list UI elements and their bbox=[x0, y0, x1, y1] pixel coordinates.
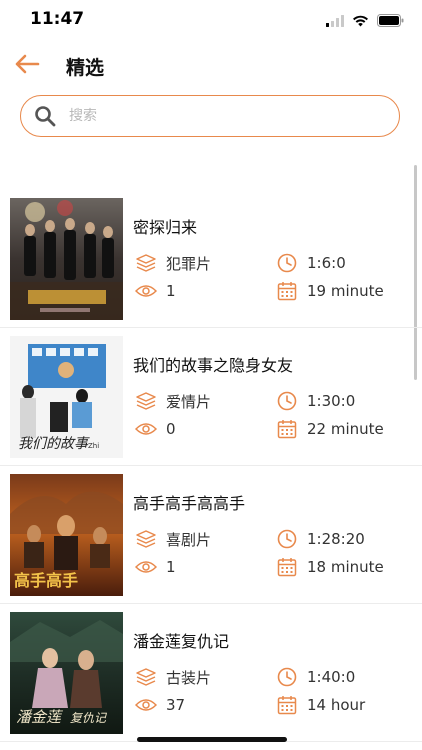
status-bar: 11:47 bbox=[0, 0, 422, 40]
movie-length: 14 hour bbox=[276, 694, 365, 716]
genre-label: 喜剧片 bbox=[166, 530, 212, 549]
movie-poster: 我们的故事 Zhi bbox=[10, 336, 123, 458]
app-screen: 11:47 精选 搜索 密探归来 犯罪片 1:6:0 1 19 minute 我… bbox=[0, 0, 422, 750]
movie-length: 18 minute bbox=[276, 556, 384, 578]
home-indicator[interactable] bbox=[137, 737, 287, 742]
search-box[interactable] bbox=[20, 95, 400, 137]
movie-views: 37 bbox=[135, 694, 185, 716]
eye-icon bbox=[135, 694, 157, 716]
layers-icon bbox=[135, 390, 157, 412]
movie-item[interactable]: 潘金莲 复仇记 潘金莲复仇记 古装片 1:40:0 37 14 hour bbox=[0, 604, 422, 742]
length-label: 22 minute bbox=[307, 420, 384, 438]
views-label: 1 bbox=[166, 558, 176, 576]
page-title: 精选 bbox=[66, 57, 105, 79]
movie-genre: 喜剧片 bbox=[135, 528, 211, 550]
duration-label: 1:6:0 bbox=[307, 254, 346, 272]
movie-views: 1 bbox=[135, 556, 176, 578]
svg-text:潘金莲: 潘金莲 bbox=[16, 708, 64, 726]
movie-title: 我们的故事之隐身女友 bbox=[133, 356, 294, 375]
signal-icon bbox=[326, 12, 344, 31]
movie-length: 22 minute bbox=[276, 418, 384, 440]
calendar-icon bbox=[276, 280, 298, 302]
status-time: 11:47 bbox=[30, 9, 85, 29]
calendar-icon bbox=[276, 418, 298, 440]
svg-text:高手高手: 高手高手 bbox=[14, 571, 78, 590]
battery-icon bbox=[377, 12, 404, 31]
clock-icon bbox=[276, 666, 298, 688]
clock-icon bbox=[276, 390, 298, 412]
movie-duration: 1:30:0 bbox=[276, 390, 355, 412]
svg-text:Zhi: Zhi bbox=[88, 442, 99, 450]
calendar-icon bbox=[276, 556, 298, 578]
movie-title: 高手高手高高手 bbox=[133, 494, 246, 513]
movie-item[interactable]: 我们的故事 Zhi 我们的故事之隐身女友 爱情片 1:30:0 0 22 min… bbox=[0, 328, 422, 466]
movie-duration: 1:28:20 bbox=[276, 528, 365, 550]
views-label: 1 bbox=[166, 282, 176, 300]
clock-icon bbox=[276, 252, 298, 274]
movie-duration: 1:6:0 bbox=[276, 252, 346, 274]
eye-icon bbox=[135, 280, 157, 302]
length-label: 19 minute bbox=[307, 282, 384, 300]
movie-genre: 爱情片 bbox=[135, 390, 211, 412]
genre-label: 古装片 bbox=[166, 668, 212, 687]
search-input[interactable] bbox=[67, 100, 371, 132]
views-label: 0 bbox=[166, 420, 176, 438]
duration-label: 1:28:20 bbox=[307, 530, 365, 548]
movie-poster bbox=[10, 198, 123, 320]
duration-label: 1:40:0 bbox=[307, 668, 356, 686]
nav-header: 精选 bbox=[0, 44, 422, 88]
movie-length: 19 minute bbox=[276, 280, 384, 302]
genre-label: 犯罪片 bbox=[166, 254, 212, 273]
calendar-icon bbox=[276, 694, 298, 716]
movie-duration: 1:40:0 bbox=[276, 666, 355, 688]
views-label: 37 bbox=[166, 696, 186, 714]
back-button[interactable] bbox=[12, 52, 42, 80]
layers-icon bbox=[135, 252, 157, 274]
movie-views: 0 bbox=[135, 418, 176, 440]
eye-icon bbox=[135, 556, 157, 578]
movie-item[interactable]: 密探归来 犯罪片 1:6:0 1 19 minute bbox=[0, 190, 422, 328]
arrow-left-icon bbox=[14, 54, 40, 78]
movie-list: 密探归来 犯罪片 1:6:0 1 19 minute 我们的故事 Zhi 我们的… bbox=[0, 190, 422, 742]
movie-genre: 犯罪片 bbox=[135, 252, 211, 274]
movie-title: 潘金莲复仇记 bbox=[133, 632, 230, 651]
length-label: 14 hour bbox=[307, 696, 366, 714]
layers-icon bbox=[135, 666, 157, 688]
duration-label: 1:30:0 bbox=[307, 392, 356, 410]
movie-poster: 潘金莲 复仇记 bbox=[10, 612, 123, 734]
movie-poster: 高手高手 bbox=[10, 474, 123, 596]
genre-label: 爱情片 bbox=[166, 392, 212, 411]
eye-icon bbox=[135, 418, 157, 440]
wifi-icon bbox=[352, 12, 369, 31]
status-icons bbox=[326, 12, 404, 31]
search-icon bbox=[33, 104, 57, 128]
movie-views: 1 bbox=[135, 280, 176, 302]
svg-text:我们的故事: 我们的故事 bbox=[18, 436, 90, 452]
length-label: 18 minute bbox=[307, 558, 384, 576]
movie-item[interactable]: 高手高手 高手高手高高手 喜剧片 1:28:20 1 18 minute bbox=[0, 466, 422, 604]
svg-text:复仇记: 复仇记 bbox=[70, 711, 107, 725]
movie-title: 密探归来 bbox=[133, 218, 198, 237]
movie-genre: 古装片 bbox=[135, 666, 211, 688]
clock-icon bbox=[276, 528, 298, 550]
layers-icon bbox=[135, 528, 157, 550]
